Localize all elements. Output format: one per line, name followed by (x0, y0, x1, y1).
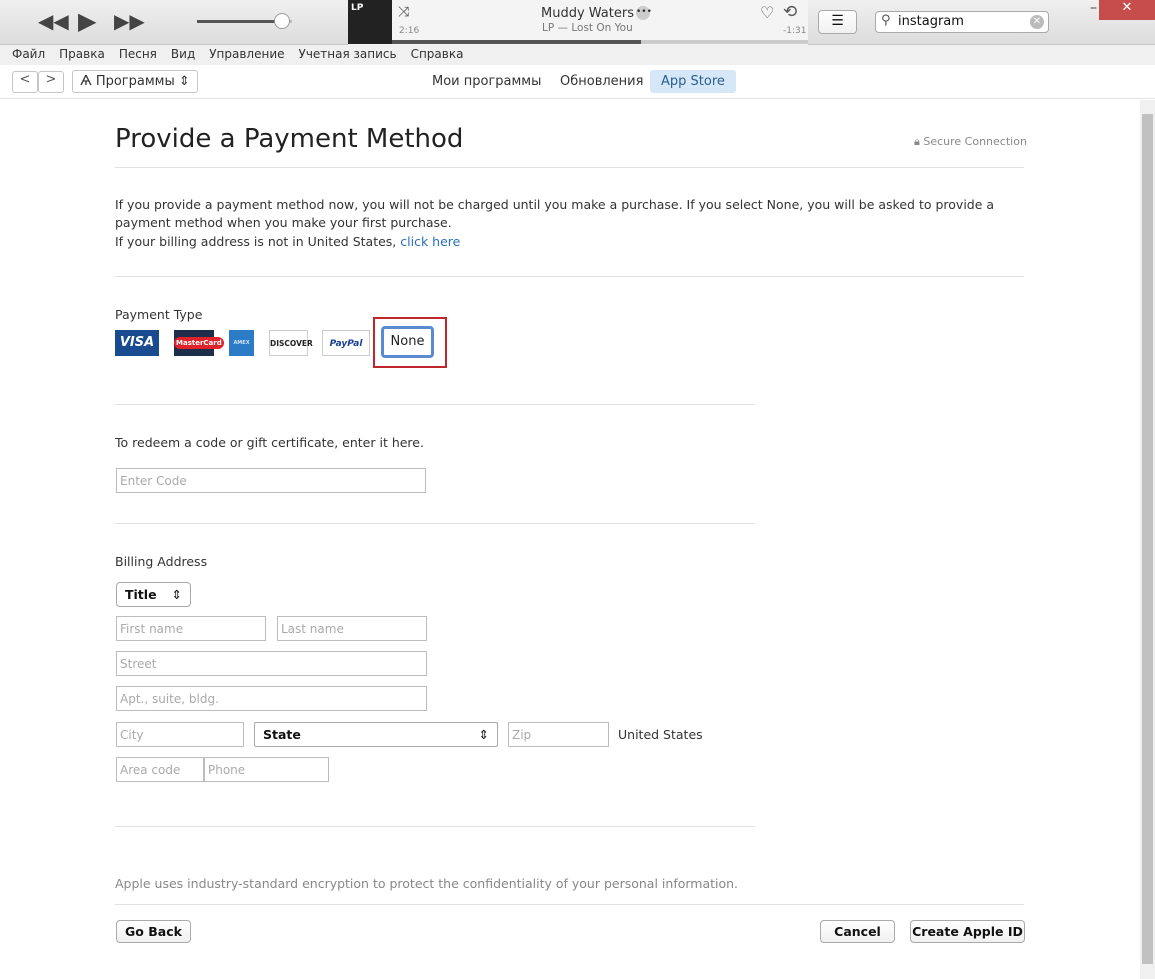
divider (115, 826, 755, 827)
payment-type-label: Payment Type (115, 307, 203, 322)
state-select-value: State (263, 727, 301, 742)
rewind-button[interactable]: ◀◀ (38, 9, 69, 33)
go-back-button[interactable]: Go Back (116, 920, 191, 943)
search-value: instagram (898, 14, 964, 29)
remaining-time: -1:31 (783, 26, 807, 36)
area-code-input[interactable]: Area code (116, 757, 204, 782)
code-input[interactable]: Enter Code (116, 468, 426, 493)
divider (115, 276, 1024, 277)
none-option[interactable]: None (381, 326, 434, 358)
billing-note-text: If your billing address is not in United… (115, 234, 397, 249)
tab-updates[interactable]: Обновления (549, 70, 654, 93)
discover-option[interactable]: DISCOVER (269, 330, 313, 356)
back-button[interactable]: < (12, 71, 38, 93)
minimize-button[interactable]: – (1090, 0, 1097, 16)
lock-icon: 🔒︎ (914, 135, 920, 148)
click-here-link[interactable]: click here (400, 234, 460, 249)
clear-search-icon[interactable]: ✕ (1030, 15, 1044, 29)
track-title: Muddy Waters (541, 6, 634, 21)
apt-input[interactable]: Apt., suite, bldg. (116, 686, 427, 711)
paypal-option[interactable]: PayPal (322, 330, 370, 356)
divider (115, 904, 1024, 905)
secure-connection: 🔒︎ Secure Connection (914, 135, 1027, 149)
close-button[interactable]: ✕ (1099, 0, 1155, 20)
create-apple-id-button[interactable]: Create Apple ID (910, 920, 1025, 943)
scrollbar-thumb[interactable] (1142, 114, 1153, 964)
state-select[interactable]: State ⇕ (254, 722, 498, 747)
billing-address-label: Billing Address (115, 554, 208, 569)
apps-icon: Ѧ (80, 74, 96, 89)
volume-slider[interactable] (197, 13, 292, 29)
secure-text: Secure Connection (923, 135, 1027, 148)
country-label: United States (618, 727, 703, 742)
menu-view[interactable]: Вид (171, 47, 195, 63)
title-select-value: Title (125, 587, 157, 602)
chevron-updown-icon: ⇕ (171, 587, 182, 602)
volume-knob[interactable] (274, 13, 290, 29)
scrollbar[interactable] (1140, 100, 1155, 979)
divider (115, 404, 755, 405)
tab-app-store[interactable]: App Store (650, 70, 736, 93)
zip-input[interactable]: Zip (508, 722, 609, 747)
heart-icon[interactable]: ♡ (760, 3, 774, 22)
page-title: Provide a Payment Method (115, 124, 464, 154)
intro-text: If you provide a payment method now, you… (115, 197, 995, 230)
visa-option[interactable]: VISA (115, 330, 159, 356)
amex-option[interactable]: AMEX (229, 330, 254, 356)
section-select[interactable]: Ѧ Программы ⇕ (72, 70, 198, 93)
more-icon[interactable]: ••• (636, 6, 652, 20)
play-button[interactable]: ▶ (78, 7, 96, 35)
menu-file[interactable]: Файл (12, 47, 45, 63)
billing-note: If your billing address is not in United… (115, 233, 460, 251)
title-select[interactable]: Title ⇕ (116, 582, 191, 607)
fast-forward-button[interactable]: ▶▶ (114, 9, 145, 33)
divider (115, 167, 1024, 168)
street-input[interactable]: Street (116, 651, 427, 676)
search-icon: ⚲ (881, 13, 891, 28)
forward-button[interactable]: > (38, 71, 64, 93)
divider (115, 523, 755, 524)
shuffle-icon[interactable]: ⤨ (398, 4, 409, 20)
last-name-input[interactable]: Last name (277, 616, 427, 641)
cancel-button[interactable]: Cancel (820, 920, 895, 943)
menu-edit[interactable]: Правка (59, 47, 105, 63)
tab-my-apps[interactable]: Мои программы (421, 70, 552, 93)
section-label: Программы (95, 74, 175, 89)
elapsed-time: 2:16 (399, 26, 420, 36)
menu-account[interactable]: Учетная запись (299, 47, 397, 63)
city-input[interactable]: City (116, 722, 244, 747)
menu-bar: Файл Правка Песня Вид Управление Учетная… (0, 45, 1155, 65)
track-artist: LP — Lost On You (542, 22, 633, 34)
mastercard-option[interactable]: MasterCard (174, 330, 224, 356)
album-art: LP (348, 0, 392, 44)
repeat-icon[interactable]: ⟲ (783, 2, 797, 22)
album-art-text: LP (351, 3, 364, 13)
first-name-input[interactable]: First name (116, 616, 266, 641)
menu-help[interactable]: Справка (411, 47, 464, 63)
chevron-updown-icon: ⇕ (478, 727, 489, 742)
encryption-note: Apple uses industry-standard encryption … (115, 876, 739, 891)
menu-controls[interactable]: Управление (209, 47, 284, 63)
menu-song[interactable]: Песня (119, 47, 157, 63)
mastercard-label: MasterCard (174, 337, 224, 349)
redeem-label: To redeem a code or gift certificate, en… (115, 435, 424, 450)
list-view-button[interactable]: ☰ (818, 10, 857, 34)
phone-input[interactable]: Phone (204, 757, 329, 782)
track-progress[interactable] (392, 40, 808, 44)
search-input[interactable]: ⚲ instagram ✕ (875, 11, 1049, 33)
